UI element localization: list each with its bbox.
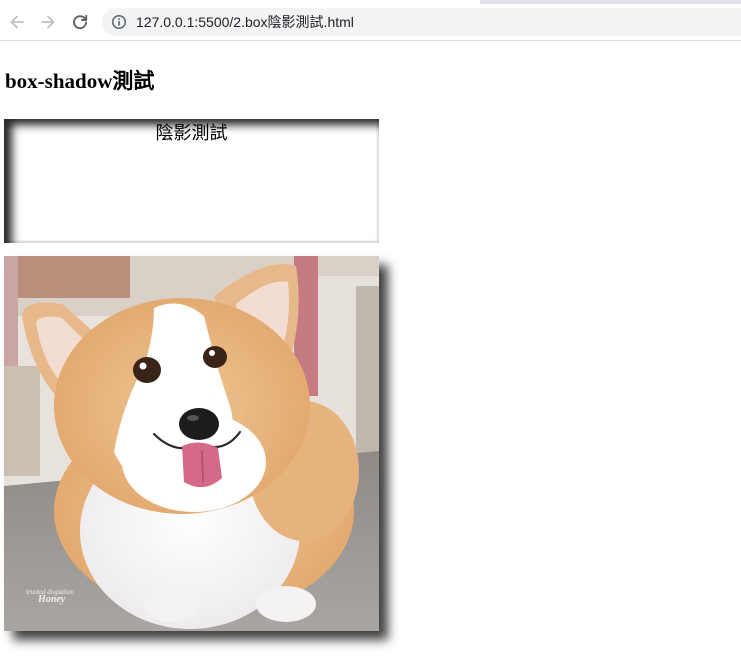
page-heading: box-shadow測試 xyxy=(5,69,155,93)
info-icon[interactable] xyxy=(111,14,127,30)
arrow-right-icon xyxy=(41,15,55,29)
watermark-line2: Honey xyxy=(38,594,66,605)
arrow-left-icon xyxy=(10,15,24,29)
address-bar[interactable]: 127.0.0.1:5500/2.box陰影測試.html xyxy=(102,8,741,36)
photo-watermark: trusted dogsalon Honey xyxy=(26,588,73,605)
forward-button[interactable] xyxy=(35,9,61,35)
url-text[interactable]: 127.0.0.1:5500/2.box陰影測試.html xyxy=(136,13,354,31)
shadow-test-box: 陰影測試 xyxy=(4,119,379,243)
back-button[interactable] xyxy=(4,9,30,35)
shadow-box-label: 陰影測試 xyxy=(155,123,228,144)
reload-button[interactable] xyxy=(67,9,93,35)
corgi-illustration xyxy=(4,256,379,631)
corgi-photo xyxy=(4,256,379,631)
reload-icon xyxy=(73,14,88,30)
browser-toolbar: 127.0.0.1:5500/2.box陰影測試.html xyxy=(0,4,741,41)
